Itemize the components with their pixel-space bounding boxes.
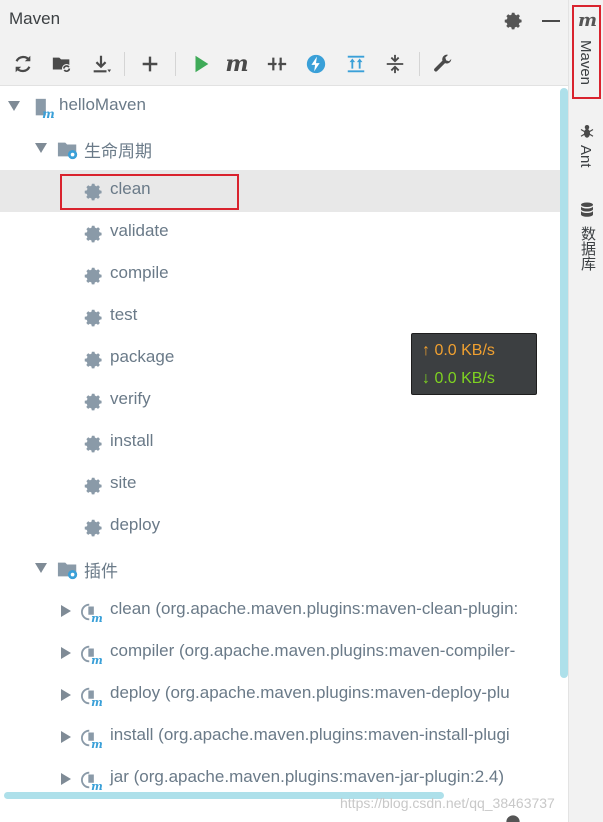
tree-row-project[interactable]: m helloMaven [0,86,568,128]
gear-icon [84,309,102,327]
plugin-row[interactable]: m compiler (org.apache.maven.plugins:mave… [0,632,568,674]
svg-text:m: m [42,107,55,119]
lifecycle-phase-site[interactable]: site [0,464,568,506]
phase-label: site [110,473,137,492]
svg-text:m: m [91,780,103,790]
run-icon[interactable] [188,51,214,77]
lifecycle-phase-deploy[interactable]: deploy [0,506,568,548]
expand-arrow-icon[interactable] [61,731,71,743]
plugin-label: clean (org.apache.maven.plugins:maven-cl… [110,599,519,618]
maven-logo-icon: m [578,10,598,31]
panel-title: Maven [9,9,61,28]
plugin-label: install (org.apache.maven.plugins:maven-… [110,725,510,744]
generate-sources-icon[interactable] [49,51,75,77]
lifecycle-phase-compile[interactable]: compile [0,254,568,296]
show-dependencies-icon[interactable] [343,51,369,77]
network-speed-widget: ↑ 0.0 KB/s ↓ 0.0 KB/s [411,333,537,395]
minimize-icon[interactable] [542,20,560,22]
maven-plugin-icon: m [81,729,103,749]
phase-label: verify [110,389,151,408]
collapse-all-icon[interactable] [382,51,408,77]
gear-icon[interactable] [503,812,523,822]
database-icon[interactable] [578,201,596,219]
toolbar-separator [419,52,420,76]
settings-wrench-icon[interactable] [430,51,456,77]
vertical-scrollbar[interactable] [560,88,568,678]
maven-plugin-icon: m [81,645,103,665]
download-speed: ↓ 0.0 KB/s [422,370,495,387]
download-icon[interactable] [88,51,114,77]
expand-arrow-icon[interactable] [35,143,47,153]
plugin-row[interactable]: m install (org.apache.maven.plugins:maven… [0,716,568,758]
plugin-row[interactable]: m jar (org.apache.maven.plugins:maven-jar… [0,758,568,790]
maven-plugin-icon: m [81,687,103,707]
expand-arrow-icon[interactable] [61,773,71,785]
phase-label: test [110,305,138,324]
maven-plugin-icon: m [81,771,103,790]
gear-icon [84,519,102,537]
maven-plugin-icon: m [81,603,103,623]
maven-goal-icon[interactable]: m [224,51,250,77]
toolbar-separator [175,52,176,76]
expand-arrow-icon[interactable] [61,689,71,701]
expand-arrow-icon[interactable] [35,563,47,573]
ant-tab-label[interactable]: Ant [577,145,594,168]
plugins-label: 插件 [84,562,118,581]
svg-text:m: m [91,612,103,623]
phase-label: deploy [110,515,161,534]
maven-project-icon: m [35,98,55,119]
lifecycle-phase-validate[interactable]: validate [0,212,568,254]
phase-label: compile [110,263,169,282]
expand-arrow-icon[interactable] [61,647,71,659]
toolbar-separator [124,52,125,76]
reload-icon[interactable] [10,51,36,77]
add-icon[interactable] [137,51,163,77]
phase-label: validate [110,221,169,240]
database-tab-label[interactable]: 数据库 [577,226,598,271]
upload-speed: ↑ 0.0 KB/s [422,342,495,359]
expand-arrow-icon[interactable] [8,101,20,111]
gear-icon [84,225,102,243]
plugin-label: compiler (org.apache.maven.plugins:maven… [110,641,516,660]
clean-highlight-box [60,174,239,210]
phase-label: install [110,431,154,450]
lifecycle-label: 生命周期 [84,142,152,161]
plugin-label: jar (org.apache.maven.plugins:maven-jar-… [110,767,505,786]
gear-icon [84,267,102,285]
gear-icon [84,477,102,495]
skip-tests-icon[interactable] [303,51,329,77]
plugin-row[interactable]: m clean (org.apache.maven.plugins:maven-c… [0,590,568,632]
svg-text:m: m [91,738,103,749]
phase-label: package [110,347,175,366]
maven-tab-label[interactable]: Maven [577,40,594,85]
project-name: helloMaven [59,95,146,114]
svg-text:m: m [91,696,103,707]
toggle-offline-icon[interactable] [264,51,290,77]
expand-arrow-icon[interactable] [61,605,71,617]
gear-icon [84,435,102,453]
tree-row-plugins[interactable]: 插件 [0,548,568,590]
panel-header: Maven [0,0,568,40]
maven-toolbar: m [0,40,568,86]
lifecycle-phase-install[interactable]: install [0,422,568,464]
maven-goal-letter: m [225,51,249,77]
plugin-row[interactable]: m deploy (org.apache.maven.plugins:maven-… [0,674,568,716]
tree-row-lifecycle[interactable]: 生命周期 [0,128,568,170]
plugin-label: deploy (org.apache.maven.plugins:maven-d… [110,683,510,702]
gear-icon[interactable] [502,10,524,32]
ant-icon[interactable] [578,122,596,140]
lifecycle-folder-icon [57,142,78,160]
gear-icon [84,351,102,369]
lifecycle-phase-test[interactable]: test [0,296,568,338]
svg-text:m: m [91,654,103,665]
gear-icon [84,393,102,411]
plugins-folder-icon [57,562,78,580]
watermark: https://blog.csdn.net/qq_38463737 [340,795,555,811]
